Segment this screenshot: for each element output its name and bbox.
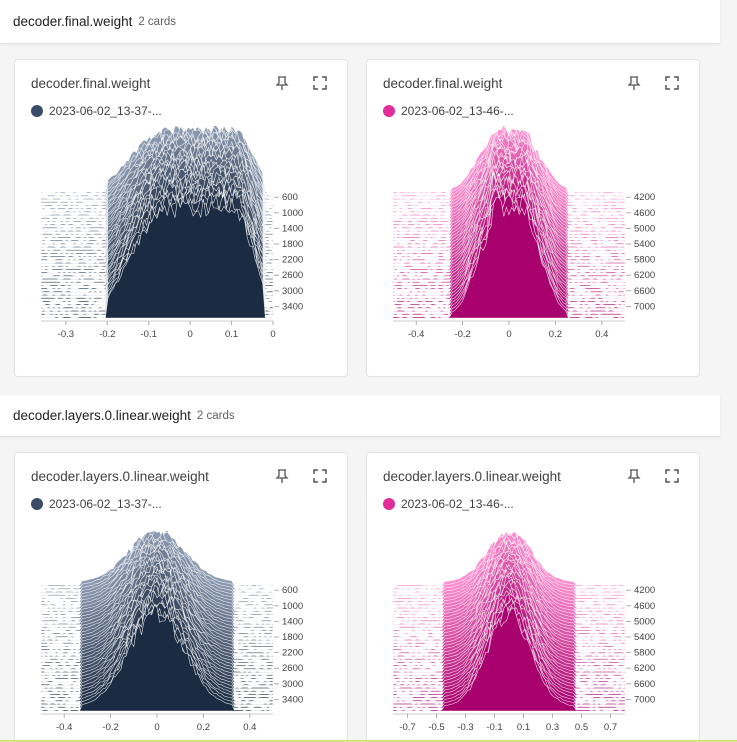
y-tick-label: 2200 (282, 255, 303, 266)
group-header[interactable]: decoder.layers.0.linear.weight 2 cards (0, 395, 720, 437)
y-tick-label: 5000 (634, 223, 655, 234)
y-tick-label: 4600 (634, 208, 655, 219)
y-tick-label: 1800 (282, 632, 303, 643)
y-tick-label: 1000 (282, 601, 303, 612)
histogram-card: decoder.layers.0.linear.weight 2023-06-0… (366, 452, 700, 742)
x-tick-label: -0.3 (58, 329, 74, 340)
y-tick-label: 5800 (634, 648, 655, 659)
x-tick-label: 0.7 (604, 722, 617, 733)
histogram-chart[interactable]: 4200 4600 5000 5400 5800 6200 6600 7000 -0.4 -0.2… (367, 60, 700, 377)
x-tick-label: 0 (506, 329, 511, 340)
y-tick-label: 5400 (634, 632, 655, 643)
group-title: decoder.layers.0.linear.weight (13, 408, 191, 423)
x-tick-label: -0.2 (454, 329, 470, 340)
group-title: decoder.final.weight (13, 14, 133, 29)
x-tick-label: -0.1 (486, 722, 502, 733)
y-tick-label: 1800 (282, 239, 303, 250)
group-header[interactable]: decoder.final.weight 2 cards (0, 0, 720, 44)
y-tick-label: 7000 (634, 694, 655, 705)
group-card-count: 2 cards (138, 15, 177, 28)
y-tick-label: 600 (282, 585, 298, 596)
y-tick-label: 1400 (282, 223, 303, 234)
x-tick-label: 0.2 (549, 329, 562, 340)
x-tick-label: 0.2 (197, 722, 210, 733)
y-tick-label: 6600 (634, 679, 655, 690)
y-tick-label: 5400 (634, 239, 655, 250)
group-card-count: 2 cards (196, 409, 235, 422)
y-tick-label: 6200 (634, 663, 655, 674)
x-tick-label: -0.4 (56, 722, 72, 733)
histogram-chart[interactable]: 600 1000 1400 1800 2200 2600 3000 3400 -0.3 -0.2 -… (15, 60, 348, 377)
y-tick-label: 1000 (282, 208, 303, 219)
y-tick-label: 5800 (634, 255, 655, 266)
histogram-chart[interactable]: 4200 4600 5000 5400 5800 6200 6600 7000 -0.7 -0.5… (367, 453, 700, 742)
x-tick-label: 0.3 (546, 722, 559, 733)
x-tick-label: -0.1 (141, 329, 157, 340)
y-tick-label: 2600 (282, 270, 303, 281)
y-tick-label: 4600 (634, 601, 655, 612)
x-tick-label: 0 (187, 329, 192, 340)
y-tick-label: 3400 (282, 694, 303, 705)
histogram-card: decoder.final.weight 2023-06-02_13-46-..… (366, 59, 700, 377)
y-tick-label: 4200 (634, 192, 655, 203)
y-tick-label: 6600 (634, 286, 655, 297)
x-tick-label: -0.7 (399, 722, 415, 733)
y-tick-label: 3000 (282, 679, 303, 690)
x-tick-label: -0.4 (408, 329, 424, 340)
y-tick-label: 1400 (282, 616, 303, 627)
y-tick-label: 2200 (282, 648, 303, 659)
x-tick-label: 0 (270, 329, 275, 340)
y-tick-label: 3400 (282, 301, 303, 312)
x-tick-label: 0.1 (225, 329, 238, 340)
y-tick-label: 7000 (634, 301, 655, 312)
x-tick-label: 0.4 (243, 722, 256, 733)
x-tick-label: 0 (154, 722, 159, 733)
y-tick-label: 6200 (634, 270, 655, 281)
x-tick-label: 0.4 (595, 329, 608, 340)
x-tick-label: -0.2 (99, 329, 115, 340)
x-tick-label: -0.3 (457, 722, 473, 733)
y-tick-label: 3000 (282, 286, 303, 297)
x-tick-label: 0.1 (517, 722, 530, 733)
x-tick-label: -0.2 (102, 722, 118, 733)
histogram-chart[interactable]: 600 1000 1400 1800 2200 2600 3000 3400 -0.4 -0.2 0… (15, 453, 348, 742)
y-tick-label: 5000 (634, 616, 655, 627)
x-tick-label: 0.5 (575, 722, 588, 733)
histogram-card: decoder.final.weight 2023-06-02_13-37-..… (14, 59, 348, 377)
y-tick-label: 2600 (282, 663, 303, 674)
y-tick-label: 600 (282, 192, 298, 203)
histogram-card: decoder.layers.0.linear.weight 2023-06-0… (14, 452, 348, 742)
y-tick-label: 4200 (634, 585, 655, 596)
x-tick-label: -0.5 (428, 722, 444, 733)
